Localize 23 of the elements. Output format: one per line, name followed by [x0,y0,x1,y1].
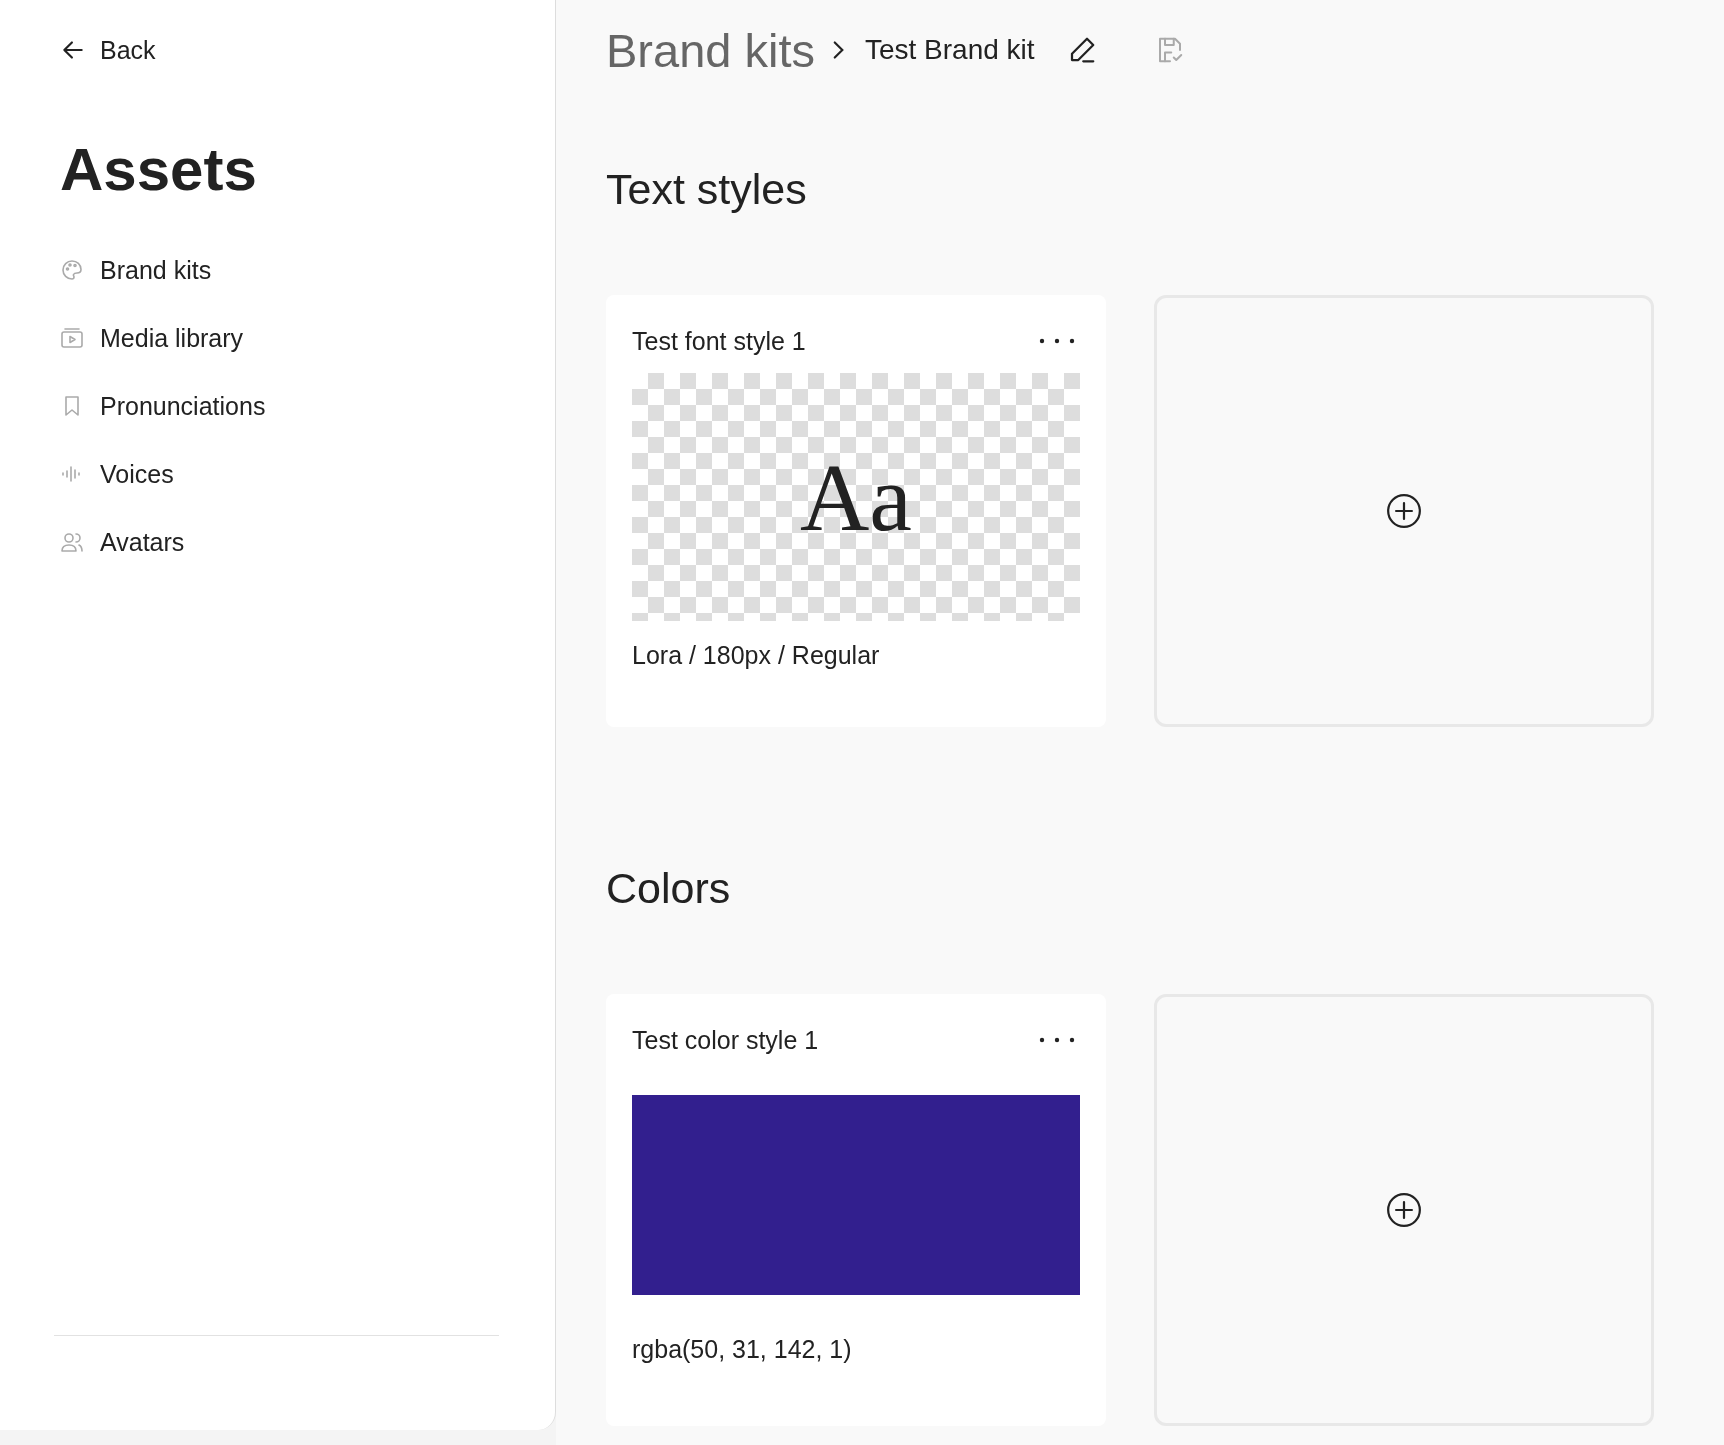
sidebar-item[interactable]: Voices [60,440,174,508]
sidebar-title: Assets [60,135,258,205]
sidebar-item[interactable]: Brand kits [60,236,212,304]
style-name: Test font style 1 [632,326,806,356]
palette-icon [60,258,84,282]
font-sample: Aa [800,442,912,553]
section-title: Colors [606,863,732,914]
breadcrumb-link[interactable]: Brand kits [606,22,815,78]
plus-circle-icon [1385,1191,1423,1229]
users-icon [60,530,84,554]
breadcrumb-current: Test Brand kit [865,34,1035,66]
sidebar-item[interactable]: Media library [60,304,244,372]
sidebar-item[interactable]: Avatars [60,508,185,576]
plus-circle-icon [1385,492,1423,530]
more-icon [1038,1036,1076,1044]
style-caption: Lora / 180px / Regular [632,641,881,670]
sidebar-item[interactable]: Pronunciations [60,372,266,440]
video-icon [60,326,84,350]
style-caption: rgba(50, 31, 142, 1) [632,1335,853,1364]
back-link[interactable]: Back [60,28,156,72]
style-name: Test color style 1 [632,1025,819,1055]
section-title: Text styles [606,164,808,215]
more-icon [1038,337,1076,345]
